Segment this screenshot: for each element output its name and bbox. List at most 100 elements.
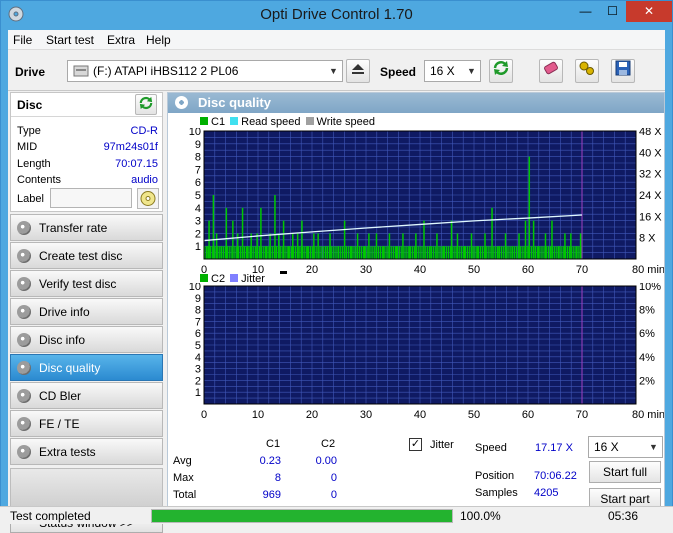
x-tick-label: 80 min bbox=[632, 409, 664, 421]
disc-header: Disc bbox=[11, 93, 162, 117]
c1-bar bbox=[377, 246, 380, 259]
nav-disc-info[interactable]: Disc info bbox=[10, 326, 163, 353]
c1-bar bbox=[398, 246, 400, 259]
drive-label: Drive bbox=[15, 65, 46, 79]
c1-spike bbox=[498, 246, 500, 259]
c1-bar bbox=[355, 246, 357, 259]
extra-tests-icon bbox=[17, 445, 31, 459]
maximize-button[interactable]: ☐ bbox=[599, 1, 626, 22]
menu-help[interactable]: Help bbox=[146, 33, 171, 47]
c1-bar bbox=[561, 246, 563, 259]
c1-bar bbox=[432, 246, 434, 259]
c1-bar bbox=[555, 246, 557, 259]
c1-spike bbox=[491, 207, 493, 259]
close-button[interactable]: ✕ bbox=[626, 1, 672, 22]
start-full-button[interactable]: Start full bbox=[589, 461, 661, 483]
nav-fe-te[interactable]: FE / TE bbox=[10, 410, 163, 437]
c1-bar bbox=[289, 246, 291, 259]
speed-label: Speed bbox=[380, 65, 417, 79]
x-tick-label: 50 bbox=[468, 264, 480, 276]
nav-label: Disc info bbox=[39, 333, 86, 347]
refresh-speed-button[interactable] bbox=[489, 59, 513, 83]
nav-extra-tests[interactable]: Extra tests bbox=[10, 438, 163, 465]
y2-tick-label: 6% bbox=[639, 328, 655, 340]
save-button[interactable] bbox=[611, 59, 635, 83]
y-tick-label: 4 bbox=[195, 203, 201, 215]
cd-bler-icon bbox=[17, 389, 31, 403]
y-tick-label: 9 bbox=[195, 293, 201, 305]
c1-bar bbox=[417, 246, 419, 259]
refresh-disc-button[interactable] bbox=[135, 94, 157, 115]
c1-bar bbox=[341, 246, 344, 259]
speed-select[interactable]: 16 X ▼ bbox=[424, 60, 481, 82]
c1-bar bbox=[474, 246, 476, 259]
c1-bar bbox=[493, 246, 495, 259]
chevron-down-icon: ▼ bbox=[649, 442, 658, 452]
c1-spike bbox=[307, 246, 309, 259]
progress-bar bbox=[151, 509, 453, 523]
c1-chart: 123456789100 10 20 30 40 50 60 70 80 min8 X16 X2… bbox=[189, 128, 664, 276]
status-bar: Test completed 100.0% 05:36 bbox=[0, 506, 673, 524]
c1-bar bbox=[506, 246, 508, 259]
c1-bar bbox=[568, 246, 571, 259]
c1-bar bbox=[546, 246, 548, 259]
c1-bar bbox=[275, 246, 278, 259]
c1-bar bbox=[243, 246, 245, 259]
c1-spike bbox=[232, 220, 234, 259]
nav-create-test-disc[interactable]: Create test disc bbox=[10, 242, 163, 269]
c1-bar bbox=[209, 246, 211, 259]
drive-select[interactable]: (F:) ATAPI iHBS112 2 PL06 ▼ bbox=[67, 60, 343, 82]
disc-label-key: Label bbox=[17, 193, 44, 205]
jitter-checkbox[interactable]: ✓ bbox=[409, 438, 422, 451]
c1-bar bbox=[294, 246, 297, 259]
client-area: File Start test Extra Help Drive (F:) AT… bbox=[8, 30, 665, 533]
menu-extra[interactable]: Extra bbox=[107, 33, 135, 47]
disc-label-input[interactable] bbox=[50, 188, 132, 208]
c1-spike bbox=[260, 207, 262, 259]
c1-spike bbox=[265, 246, 267, 259]
disc-quality-icon bbox=[17, 361, 31, 375]
status-text: Test completed bbox=[10, 509, 91, 523]
nav-cd-bler[interactable]: CD Bler bbox=[10, 382, 163, 409]
c1-spike bbox=[430, 246, 432, 259]
menu-file[interactable]: File bbox=[13, 33, 32, 47]
c1-bar bbox=[521, 246, 523, 259]
nav-disc-quality[interactable]: Disc quality bbox=[10, 354, 163, 381]
nav-transfer-rate[interactable]: Transfer rate bbox=[10, 214, 163, 241]
settings-button[interactable] bbox=[575, 59, 599, 83]
c1-bar bbox=[323, 246, 325, 259]
test-speed-select[interactable]: 16 X ▼ bbox=[588, 436, 663, 458]
nav-verify-test-disc[interactable]: Verify test disc bbox=[10, 270, 163, 297]
erase-button[interactable] bbox=[539, 59, 563, 83]
disc-contents-value: audio bbox=[131, 174, 158, 186]
label-disc-button[interactable] bbox=[137, 188, 159, 209]
disc-info-box: Disc Type CD-R MID 97m24s01f Length 70:0… bbox=[10, 92, 163, 212]
disc-label-icon bbox=[140, 191, 156, 206]
c1-spike bbox=[463, 246, 466, 259]
c1-bar bbox=[347, 246, 349, 259]
c1-bar bbox=[372, 246, 374, 259]
elapsed-time: 05:36 bbox=[608, 509, 639, 523]
c1-bar bbox=[281, 246, 283, 259]
c1-bar bbox=[247, 246, 249, 259]
menu-start-test[interactable]: Start test bbox=[46, 33, 94, 47]
minimize-button[interactable]: — bbox=[572, 1, 599, 22]
title-bar[interactable]: Opti Drive Control 1.70 — ☐ ✕ bbox=[1, 1, 672, 29]
x-tick-label: 70 bbox=[576, 409, 588, 421]
write-speed-swatch bbox=[305, 117, 314, 125]
c1-bar bbox=[258, 246, 261, 259]
x-tick-label: 40 bbox=[414, 264, 426, 276]
x-tick-label: 0 bbox=[201, 409, 207, 421]
c1-spike bbox=[215, 233, 218, 259]
c1-bar bbox=[217, 246, 219, 259]
eject-button[interactable] bbox=[346, 59, 370, 83]
drive-icon bbox=[73, 65, 89, 77]
c1-bar bbox=[496, 246, 499, 259]
y-tick-label: 2 bbox=[195, 375, 201, 387]
y-tick-label: 6 bbox=[195, 177, 201, 189]
legend-c1: C1 bbox=[211, 116, 226, 128]
y-tick-label: 7 bbox=[195, 164, 201, 176]
legend-write-speed: Write speed bbox=[316, 116, 376, 128]
nav-drive-info[interactable]: Drive info bbox=[10, 298, 163, 325]
c1-bar bbox=[500, 246, 503, 259]
